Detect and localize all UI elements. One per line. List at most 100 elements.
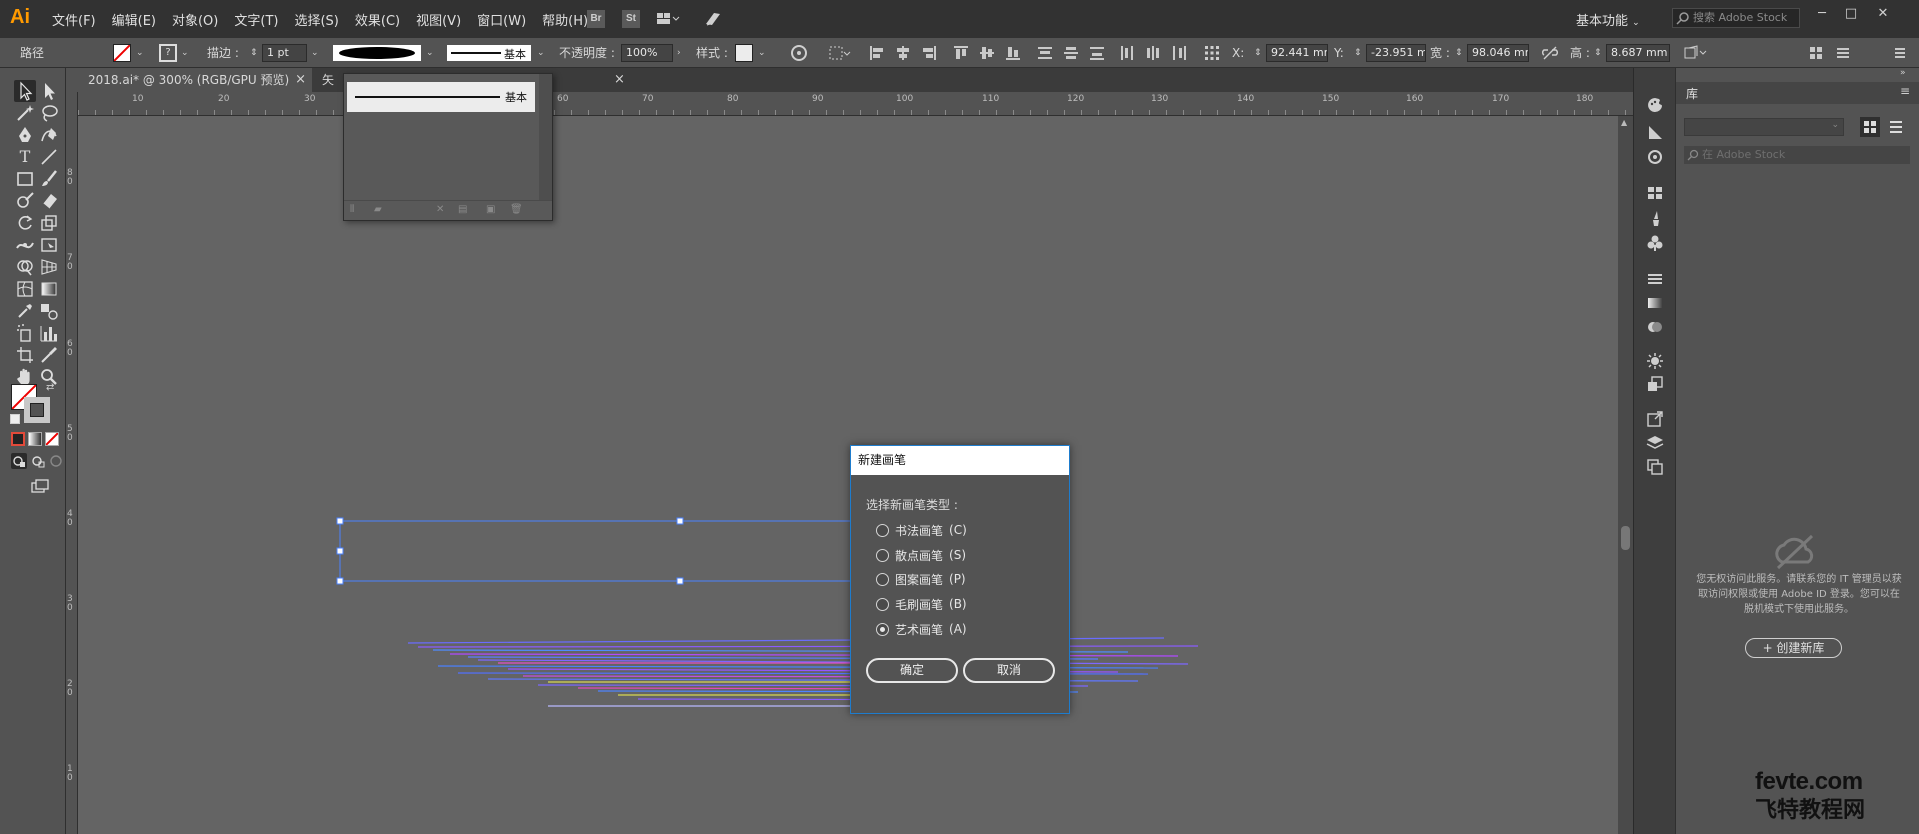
workspace-switcher[interactable]: 基本功能 ⌄: [1576, 10, 1640, 29]
options-icon[interactable]: ▤: [458, 204, 467, 215]
none-mode-icon[interactable]: [45, 432, 59, 446]
opacity-arrow-icon[interactable]: ›: [677, 46, 687, 60]
distribute-left-icon[interactable]: [1119, 45, 1135, 61]
menu-object[interactable]: 对象(O): [164, 10, 226, 29]
isolate-group-icon[interactable]: [1808, 45, 1824, 61]
opacity-label[interactable]: 不透明度 :: [559, 38, 615, 68]
new-brush-icon[interactable]: ▣: [486, 204, 495, 215]
document-tab-active[interactable]: 2018.ai* @ 300% (RGB/GPU 预览) ×: [66, 68, 312, 92]
library-search-input[interactable]: 在 Adobe Stock: [1684, 146, 1910, 164]
color-mode-icon[interactable]: [11, 432, 25, 446]
height-stepper-icon[interactable]: ⇕: [1594, 38, 1602, 68]
align-to-selection-icon[interactable]: [829, 45, 851, 61]
popover-scrollbar[interactable]: [539, 74, 552, 200]
y-stepper-icon[interactable]: ⇕: [1354, 38, 1362, 68]
stroke-dropdown-icon[interactable]: ⌄: [181, 46, 191, 60]
distribute-right-icon[interactable]: [1171, 45, 1187, 61]
symbols-icon[interactable]: [1646, 234, 1664, 252]
gradient-panel-icon[interactable]: [1646, 294, 1664, 312]
constrain-proportions-icon[interactable]: [1541, 46, 1559, 60]
libraries-panel-icon[interactable]: ▰: [374, 204, 382, 215]
gradient-tool-icon[interactable]: [38, 278, 60, 300]
menu-edit[interactable]: 编辑(E): [104, 10, 164, 29]
control-panel-menu-icon[interactable]: [1892, 45, 1908, 61]
pen-tool-icon[interactable]: [14, 124, 36, 146]
artboard-canvas[interactable]: [78, 116, 1618, 834]
align-left-icon[interactable]: [869, 45, 885, 61]
option-calligraphic-brush[interactable]: 书法画笔 (C): [876, 521, 967, 539]
distribute-horizontal-center-icon[interactable]: [1145, 45, 1161, 61]
library-select[interactable]: ⌄: [1684, 118, 1844, 136]
transparency-icon[interactable]: [1646, 318, 1664, 336]
scale-tool-icon[interactable]: [38, 212, 60, 234]
free-transform-tool-icon[interactable]: [38, 234, 60, 256]
perspective-grid-tool-icon[interactable]: [38, 256, 60, 278]
brushes-icon[interactable]: [1646, 209, 1664, 227]
stroke-swatch[interactable]: ?: [159, 44, 177, 62]
opacity-field[interactable]: 100%: [621, 44, 673, 62]
magic-wand-tool-icon[interactable]: [14, 102, 36, 124]
x-position-field[interactable]: 92.441 mm: [1266, 44, 1328, 62]
height-field[interactable]: 8.687 mm: [1606, 44, 1670, 62]
menu-type[interactable]: 文字(T): [226, 10, 286, 29]
align-vertical-center-icon[interactable]: [979, 45, 995, 61]
reference-point-icon[interactable]: [1204, 45, 1220, 61]
align-top-icon[interactable]: [953, 45, 969, 61]
scroll-up-icon[interactable]: ▲: [1621, 118, 1627, 127]
eyedropper-tool-icon[interactable]: [14, 300, 36, 322]
draw-behind-icon[interactable]: [30, 453, 46, 469]
eraser-tool-icon[interactable]: [38, 190, 60, 212]
align-right-icon[interactable]: [921, 45, 937, 61]
selected-artwork[interactable]: [78, 116, 1618, 834]
brush-item-basic[interactable]: 基本: [347, 82, 535, 112]
stroke-color-box[interactable]: [24, 397, 50, 423]
menu-window[interactable]: 窗口(W): [469, 10, 534, 29]
radio-button-selected[interactable]: [876, 622, 889, 636]
scrollbar-thumb[interactable]: [1621, 526, 1630, 550]
direct-selection-tool-icon[interactable]: [38, 80, 60, 102]
graphic-style-swatch[interactable]: [735, 44, 753, 62]
rotate-tool-icon[interactable]: [14, 212, 36, 234]
fill-dropdown-icon[interactable]: ⌄: [136, 46, 146, 60]
menu-file[interactable]: 文件(F): [44, 10, 104, 29]
recolor-artwork-icon[interactable]: [790, 44, 808, 62]
color-panel-icon[interactable]: [1646, 96, 1664, 114]
gpu-performance-icon[interactable]: [704, 10, 722, 28]
rectangle-tool-icon[interactable]: [14, 168, 36, 190]
close-tab-icon[interactable]: ×: [295, 68, 306, 92]
option-scatter-brush[interactable]: 散点画笔 (S): [876, 546, 966, 564]
blend-tool-icon[interactable]: [38, 300, 60, 322]
stroke-stepper-icon[interactable]: ⇕: [250, 38, 258, 68]
mesh-tool-icon[interactable]: [14, 278, 36, 300]
style-dropdown-icon[interactable]: ⌄: [758, 46, 768, 60]
lasso-tool-icon[interactable]: [38, 102, 60, 124]
selection-tool-icon[interactable]: [14, 80, 36, 102]
remove-stroke-icon[interactable]: ✕: [436, 204, 444, 215]
vertical-scrollbar[interactable]: ▲: [1618, 116, 1633, 834]
option-pattern-brush[interactable]: 图案画笔 (P): [876, 570, 966, 588]
arrange-icon[interactable]: [1835, 45, 1851, 61]
distribute-bottom-icon[interactable]: [1089, 45, 1105, 61]
shaper-tool-icon[interactable]: [14, 190, 36, 212]
radio-button[interactable]: [876, 548, 889, 562]
arrange-documents-icon[interactable]: [656, 11, 680, 27]
brush-library-menu-icon[interactable]: ⫴: [350, 204, 354, 215]
line-segment-tool-icon[interactable]: [38, 146, 60, 168]
maximize-button[interactable]: □: [1841, 4, 1861, 24]
default-fill-stroke-icon[interactable]: [10, 414, 20, 424]
gradient-mode-icon[interactable]: [28, 432, 42, 446]
close-button[interactable]: ✕: [1873, 4, 1893, 24]
menu-view[interactable]: 视图(V): [408, 10, 469, 29]
option-bristle-brush[interactable]: 毛刷画笔 (B): [876, 595, 967, 613]
radio-button[interactable]: [876, 523, 889, 537]
stock-search-input[interactable]: 搜索 Adobe Stock: [1672, 8, 1800, 28]
x-stepper-icon[interactable]: ⇕: [1254, 38, 1262, 68]
panel-collapse-icon[interactable]: »: [1900, 68, 1906, 78]
appearance-icon[interactable]: [1646, 352, 1664, 370]
column-graph-tool-icon[interactable]: [38, 322, 60, 344]
list-view-icon[interactable]: [1886, 117, 1906, 137]
symbol-sprayer-tool-icon[interactable]: [14, 322, 36, 344]
shape-builder-tool-icon[interactable]: [14, 256, 36, 278]
transform-icon[interactable]: [1683, 45, 1709, 61]
artboard-tool-icon[interactable]: [14, 344, 36, 366]
